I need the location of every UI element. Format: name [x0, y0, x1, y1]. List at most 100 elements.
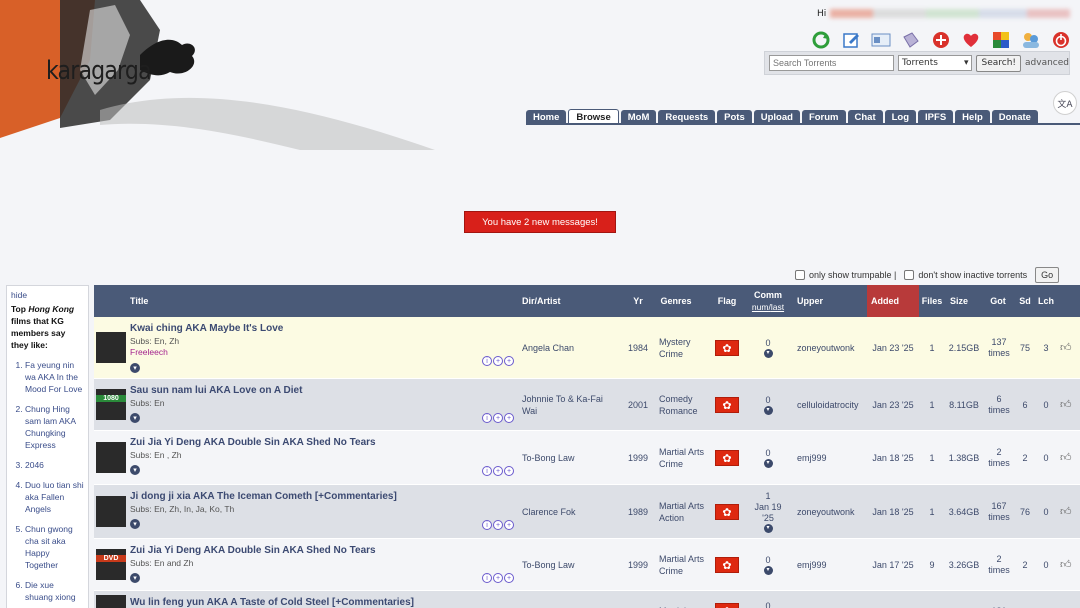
torrent-title-link[interactable]: Zui Jia Yi Deng AKA Double Sin AKA Shed …	[130, 437, 376, 448]
search-input[interactable]	[769, 55, 894, 71]
col-genres[interactable]: Genres	[656, 285, 696, 317]
table-row[interactable]: Zui Jia Yi Deng AKA Double Sin AKA Shed …	[94, 431, 1080, 485]
torrent-title-link[interactable]: Ji dong ji xia AKA The Iceman Cometh [+C…	[130, 491, 397, 502]
director-link[interactable]: To-Bong Law	[522, 431, 618, 485]
bookmark-icon[interactable]: +	[493, 413, 503, 423]
thumbs-up-icon[interactable]: 👍︎	[1060, 398, 1072, 411]
seeders[interactable]	[1016, 591, 1034, 608]
bookmark-icon[interactable]: +	[493, 356, 503, 366]
plus-circle-icon[interactable]	[930, 30, 952, 50]
leechers[interactable]: 0	[1037, 539, 1055, 591]
table-row[interactable]: Wu lin feng yun AKA A Taste of Cold Stee…	[94, 591, 1080, 608]
top-film-item[interactable]: 2046	[25, 459, 84, 471]
power-icon[interactable]	[1050, 30, 1072, 50]
leechers[interactable]: 0	[1037, 431, 1055, 485]
category-select[interactable]: Torrents ▾	[898, 55, 973, 71]
file-count[interactable]: 1	[920, 317, 944, 379]
tab-pots[interactable]: Pots	[717, 110, 752, 124]
file-count[interactable]: 9	[920, 539, 944, 591]
comments-cell[interactable]: 0▾	[748, 379, 788, 431]
uploader-link[interactable]: celluloidatrocity	[797, 379, 867, 431]
thumbs-up-icon[interactable]: 👍︎	[1060, 451, 1072, 464]
file-count[interactable]: 1	[920, 431, 944, 485]
poster-thumbnail[interactable]	[96, 442, 126, 473]
genres[interactable]: Comedy Romance	[659, 379, 707, 431]
puzzle-icon[interactable]	[990, 30, 1012, 50]
comment-icon[interactable]: ▾	[763, 566, 773, 575]
info-icon[interactable]: i	[482, 466, 492, 476]
tab-mom[interactable]: MoM	[620, 110, 657, 124]
director-link[interactable]: To-Bong Law	[522, 539, 618, 591]
comments-cell[interactable]: 0▾	[748, 539, 788, 591]
tab-donate[interactable]: Donate	[991, 110, 1038, 124]
poster-thumbnail[interactable]: DVD	[96, 549, 126, 580]
genres[interactable]: Martial Arts Action	[659, 485, 707, 539]
poster-thumbnail[interactable]: 1080	[96, 389, 126, 420]
search-button[interactable]: Search!	[976, 54, 1022, 72]
download-icon[interactable]: ▾	[130, 413, 140, 423]
bookmark-icon[interactable]: +	[493, 466, 503, 476]
comments-cell[interactable]: 0▾	[748, 317, 788, 379]
col-flag[interactable]: Flag	[713, 285, 741, 317]
snatched-count[interactable]: 6 times	[986, 379, 1012, 431]
comments-cell[interactable]: 0▾	[748, 591, 788, 608]
director-link[interactable]: Clarence Fok	[522, 485, 618, 539]
comment-icon[interactable]: ▾	[763, 524, 773, 533]
translate-icon[interactable]: 文A	[1053, 91, 1077, 115]
tab-home[interactable]: Home	[526, 110, 567, 124]
add-icon[interactable]: +	[504, 356, 514, 366]
tab-help[interactable]: Help	[955, 110, 990, 124]
col-title[interactable]: Title	[130, 285, 250, 317]
col-lch[interactable]: Lch	[1037, 285, 1055, 317]
tab-ipfs[interactable]: IPFS	[918, 110, 954, 124]
uploader-link[interactable]	[797, 591, 867, 608]
advanced-search-link[interactable]: advanced	[1025, 58, 1069, 68]
table-row[interactable]: Ji dong ji xia AKA The Iceman Cometh [+C…	[94, 485, 1080, 539]
director-link[interactable]: Angela Chan	[522, 317, 618, 379]
snatched-count[interactable]: 2 times	[986, 431, 1012, 485]
genres[interactable]: Martial	[659, 591, 707, 608]
download-icon[interactable]: ▾	[130, 465, 140, 475]
refresh-icon[interactable]	[810, 30, 832, 50]
torrent-title-link[interactable]: Wu lin feng yun AKA A Taste of Cold Stee…	[130, 597, 414, 608]
uploader-link[interactable]: emj999	[797, 539, 867, 591]
info-icon[interactable]: i	[482, 413, 492, 423]
inactive-checkbox[interactable]	[904, 270, 915, 280]
tab-browse[interactable]: Browse	[568, 109, 619, 124]
file-count[interactable]: 1	[920, 379, 944, 431]
tab-forum[interactable]: Forum	[801, 110, 846, 124]
site-logo[interactable]: karagarga	[0, 0, 440, 150]
tab-chat[interactable]: Chat	[847, 110, 883, 124]
table-row[interactable]: Kwai ching AKA Maybe It's Love Subs: En, …	[94, 317, 1080, 379]
col-files[interactable]: Files	[920, 285, 944, 317]
thumbs-up-icon[interactable]: 👍︎	[1060, 341, 1072, 354]
download-icon[interactable]: ▾	[130, 363, 140, 373]
info-icon[interactable]: i	[482, 520, 492, 530]
leechers[interactable]: 0	[1037, 379, 1055, 431]
table-row[interactable]: 1080 Sau sun nam lui AKA Love on A Diet Su…	[94, 379, 1080, 431]
genres[interactable]: Martial Arts Crime	[659, 431, 707, 485]
seeders[interactable]: 2	[1016, 431, 1034, 485]
seeders[interactable]: 76	[1016, 485, 1034, 539]
id-card-icon[interactable]	[870, 30, 892, 50]
add-icon[interactable]: +	[504, 520, 514, 530]
col-comm-last-link[interactable]: last	[771, 302, 784, 312]
poster-thumbnail[interactable]	[96, 332, 126, 363]
uploader-link[interactable]: zoneyoutwonk	[797, 317, 867, 379]
director-link[interactable]	[522, 591, 618, 608]
heart-icon[interactable]	[960, 30, 982, 50]
top-film-item[interactable]: Chun gwong cha sit aka Happy Together	[25, 523, 84, 571]
uploader-link[interactable]: zoneyoutwonk	[797, 485, 867, 539]
edit-icon[interactable]	[840, 30, 862, 50]
seeders[interactable]: 6	[1016, 379, 1034, 431]
top-film-item[interactable]: Fa yeung nin wa AKA In the Mood For Love	[25, 359, 84, 395]
genres[interactable]: Mystery Crime	[659, 317, 707, 379]
poster-thumbnail[interactable]	[96, 496, 126, 527]
snatched-count[interactable]: 181	[986, 591, 1012, 608]
col-yr[interactable]: Yr	[626, 285, 650, 317]
bookmark-icon[interactable]: +	[493, 573, 503, 583]
seeders[interactable]: 75	[1016, 317, 1034, 379]
info-icon[interactable]: i	[482, 356, 492, 366]
col-size[interactable]: Size	[946, 285, 972, 317]
snatched-count[interactable]: 137 times	[986, 317, 1012, 379]
